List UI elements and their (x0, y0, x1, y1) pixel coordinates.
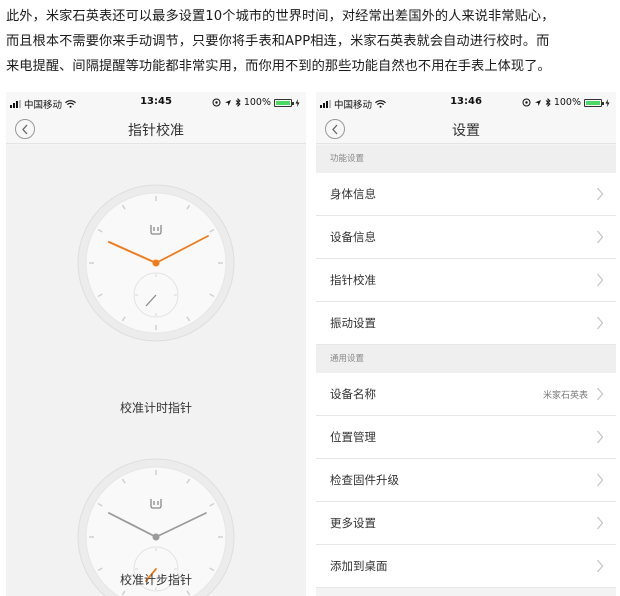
chevron-right-icon (597, 473, 604, 487)
status-bar: 中国移动 13:45 100% (6, 92, 306, 114)
chevron-right-icon (597, 230, 604, 244)
article-text: 此外，米家石英表还可以最多设置10个城市的世界时间，对经常出差国外的人来说非常贴… (6, 4, 616, 79)
chevron-right-icon (597, 387, 604, 401)
bluetooth-icon (545, 98, 551, 107)
article-line-2: 而且根本不需要你来手动调节，只要你将手表和APP相连，米家石英表就会自动进行校时… (6, 34, 550, 49)
settings-row-vibration[interactable]: 振动设置 (316, 302, 616, 345)
dial-label-steps: 校准计步指针 (119, 573, 192, 587)
battery-icon (584, 98, 604, 107)
location-icon (522, 98, 531, 107)
location-icon (212, 98, 221, 107)
chevron-right-icon (597, 559, 604, 573)
battery-percent: 100% (553, 97, 581, 108)
row-label: 添加到桌面 (330, 559, 388, 573)
battery-percent: 100% (243, 97, 271, 108)
article-line-3: 来电提醒、间隔提醒等功能都非常实用，而你用不到的那些功能自然也不用在手表上体现了… (6, 59, 551, 74)
row-label: 设备名称 (330, 387, 376, 401)
section-header-function: 功能设置 (316, 145, 616, 173)
chevron-right-icon (597, 187, 604, 201)
row-label: 检查固件升级 (330, 473, 399, 487)
row-label: 更多设置 (330, 516, 376, 530)
charging-icon (605, 98, 610, 107)
page-title: 指针校准 (128, 123, 184, 139)
navigation-bar: 指针校准 (6, 114, 306, 144)
settings-row-device-name[interactable]: 设备名称 米家石英表 (316, 373, 616, 416)
navigation-bar: 设置 (316, 114, 616, 144)
device-name-value: 米家石英表 (542, 391, 588, 401)
settings-row-more[interactable]: 更多设置 (316, 502, 616, 545)
section-header-general: 通用设置 (316, 345, 616, 373)
charging-icon (295, 98, 300, 107)
article-line-1: 此外，米家石英表还可以最多设置10个城市的世界时间，对经常出差国外的人来说非常贴… (6, 9, 555, 24)
settings-screen: 中国移动 13:46 100% 设置 功能设置 身体信息 设备信息 指针校准 振… (316, 92, 616, 596)
chevron-right-icon (597, 430, 604, 444)
row-label: 身体信息 (330, 187, 376, 201)
row-label: 指针校准 (330, 273, 376, 287)
row-label: 设备信息 (330, 230, 376, 244)
calibration-content: 校准计时指针 (6, 145, 306, 596)
navigation-arrow-icon (534, 99, 541, 106)
settings-row-hand-calibration[interactable]: 指针校准 (316, 259, 616, 302)
dial-label-timer: 校准计时指针 (119, 401, 192, 415)
battery-icon (274, 98, 294, 107)
status-bar: 中国移动 13:46 100% (316, 92, 616, 114)
settings-row-location[interactable]: 位置管理 (316, 416, 616, 459)
chevron-right-icon (597, 316, 604, 330)
row-label: 位置管理 (330, 430, 376, 444)
settings-list: 功能设置 身体信息 设备信息 指针校准 振动设置 通用设置 设备名称 米家石英表… (316, 145, 616, 596)
settings-row-add-to-desktop[interactable]: 添加到桌面 (316, 545, 616, 588)
settings-row-body-info[interactable]: 身体信息 (316, 173, 616, 216)
watch-dial-timer (77, 184, 235, 342)
page-title: 设置 (452, 123, 480, 139)
settings-row-firmware[interactable]: 检查固件升级 (316, 459, 616, 502)
calibration-screen: 中国移动 13:45 100% 指针校准 校准计时指针 校准计步指针 (6, 92, 306, 596)
chevron-right-icon (597, 516, 604, 530)
bluetooth-icon (235, 98, 241, 107)
navigation-arrow-icon (224, 99, 231, 106)
chevron-right-icon (597, 273, 604, 287)
settings-row-device-info[interactable]: 设备信息 (316, 216, 616, 259)
row-label: 振动设置 (330, 316, 376, 330)
